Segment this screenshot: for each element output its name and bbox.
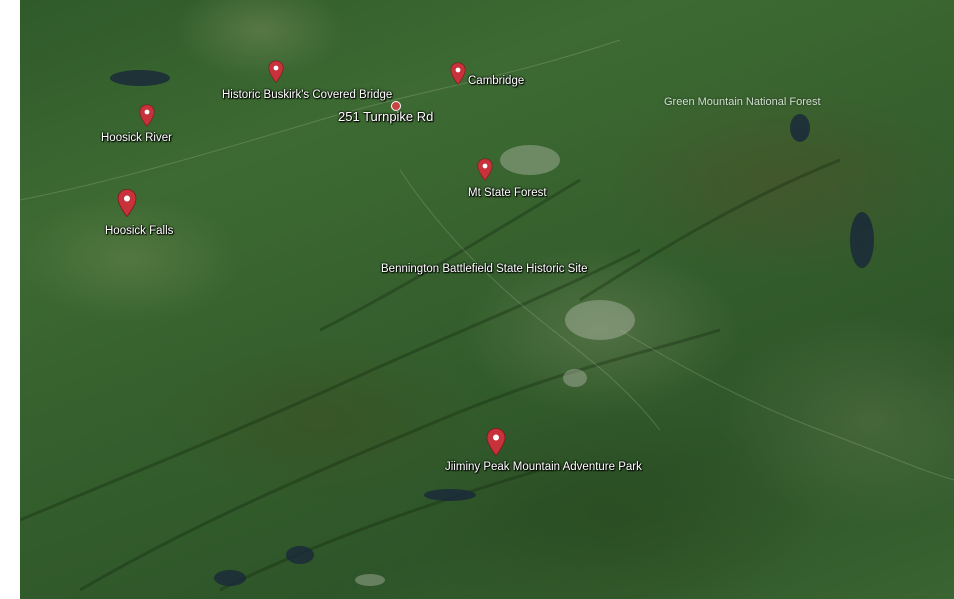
address-label[interactable]: 251 Turnpike Rd: [338, 109, 433, 124]
place-label-hoosick-river[interactable]: Hoosick River: [101, 132, 172, 144]
map-pin-icon[interactable]: [138, 104, 156, 128]
satellite-map[interactable]: Historic Buskirk's Covered Bridge Cambri…: [20, 0, 954, 599]
place-label-hoosick-falls[interactable]: Hoosick Falls: [105, 225, 173, 237]
place-label-buskirk[interactable]: Historic Buskirk's Covered Bridge: [222, 89, 392, 101]
place-label-cambridge[interactable]: Cambridge: [468, 75, 524, 87]
map-pin-icon[interactable]: [267, 60, 285, 84]
map-pin-icon[interactable]: [116, 187, 138, 220]
landmark-label[interactable]: Bennington Battlefield State Historic Si…: [381, 263, 587, 275]
terrain-layer: [20, 39, 954, 592]
map-pin-icon[interactable]: [476, 158, 494, 182]
place-label-jiminy[interactable]: Jiiminy Peak Mountain Adventure Park: [445, 461, 642, 473]
place-label-mt-state-forest[interactable]: Mt State Forest: [468, 187, 547, 199]
map-pin-icon[interactable]: [449, 62, 467, 86]
region-label: Green Mountain National Forest: [664, 96, 821, 108]
map-pin-icon[interactable]: [485, 426, 507, 459]
